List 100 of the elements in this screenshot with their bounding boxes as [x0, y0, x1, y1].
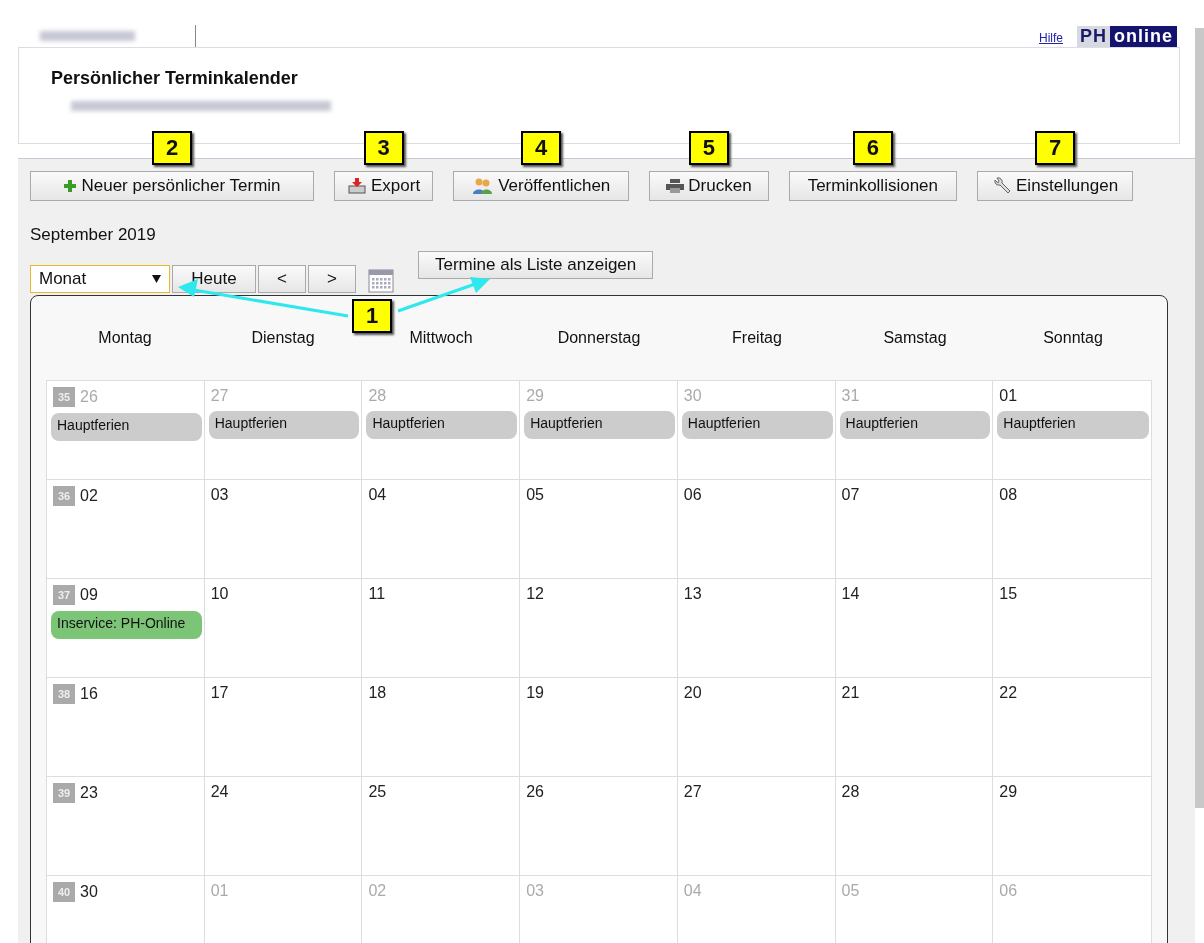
- day-cell[interactable]: 24: [204, 777, 363, 875]
- help-link[interactable]: Hilfe: [1038, 31, 1063, 45]
- day-cell[interactable]: 05: [520, 480, 678, 578]
- month-label: September 2019: [30, 225, 157, 245]
- weekday-header: Donnerstag: [557, 329, 641, 347]
- day-cell[interactable]: 28 Hauptferien: [362, 381, 521, 479]
- event-chip[interactable]: Hauptferien: [208, 411, 360, 439]
- day-number: 08: [999, 486, 1018, 504]
- day-number: 29: [999, 783, 1018, 801]
- toolbar-button[interactable]: Veröffentlichen: [453, 171, 630, 201]
- page-title: Persönlicher Terminkalender: [51, 68, 299, 89]
- toolbar-button[interactable]: Neuer persönlicher Termin: [30, 171, 314, 201]
- day-cell[interactable]: 20: [677, 678, 836, 776]
- day-cell[interactable]: 29: [993, 777, 1151, 875]
- event-chip[interactable]: Hauptferien: [51, 413, 202, 441]
- day-cell[interactable]: 13: [677, 579, 836, 677]
- day-cell[interactable]: 12: [520, 579, 678, 677]
- day-number: 04: [683, 882, 702, 900]
- week-number: 35: [53, 387, 75, 407]
- day-cell[interactable]: 28: [835, 777, 994, 875]
- day-cell[interactable]: 29 Hauptferien: [520, 381, 678, 479]
- week-number: 40: [53, 882, 75, 902]
- day-cell[interactable]: 22: [993, 678, 1151, 776]
- day-cell[interactable]: 08: [993, 480, 1151, 578]
- view-select[interactable]: Monat: [30, 265, 170, 293]
- weekday-header: Montag: [98, 329, 152, 347]
- day-number: 26: [80, 388, 98, 406]
- export-icon: [347, 177, 367, 195]
- day-number: 27: [210, 387, 229, 405]
- day-cell[interactable]: 21: [835, 678, 994, 776]
- toolbar-button[interactable]: Drucken: [649, 171, 769, 201]
- day-number: 31: [841, 387, 860, 405]
- day-number: 24: [210, 783, 229, 801]
- weekday-header: Mittwoch: [409, 329, 473, 347]
- nav-button[interactable]: Heute: [172, 265, 256, 293]
- weekday-header: Dienstag: [251, 329, 315, 347]
- event-chip[interactable]: Inservice: PH-Online: [51, 611, 202, 639]
- day-cell[interactable]: 15: [993, 579, 1151, 677]
- event-chip[interactable]: Hauptferien: [839, 411, 991, 439]
- toolbar-button[interactable]: Terminkollisionen: [788, 171, 957, 201]
- people-icon: [472, 177, 495, 195]
- day-number: 28: [368, 387, 387, 405]
- day-cell[interactable]: 40 30: [47, 876, 205, 943]
- logo: PH online: [1077, 26, 1177, 47]
- callout-badge: 2: [152, 131, 192, 165]
- weekday-header: Freitag: [732, 329, 782, 347]
- event-chip[interactable]: Hauptferien: [997, 411, 1149, 439]
- event-chip[interactable]: Hauptferien: [681, 411, 833, 439]
- weekday-header: Samstag: [883, 329, 947, 347]
- day-cell[interactable]: 18: [362, 678, 521, 776]
- day-cell[interactable]: 27: [677, 777, 836, 875]
- day-number: 23: [80, 784, 98, 802]
- day-number: 17: [210, 684, 229, 702]
- day-number: 30: [80, 883, 98, 901]
- day-cell[interactable]: 17: [204, 678, 363, 776]
- day-cell[interactable]: 27 Hauptferien: [204, 381, 363, 479]
- day-cell[interactable]: 36 02: [47, 480, 205, 578]
- day-cell[interactable]: 14: [835, 579, 994, 677]
- day-cell[interactable]: 26: [520, 777, 678, 875]
- day-number: 04: [368, 486, 387, 504]
- day-number: 16: [80, 685, 98, 703]
- event-chip[interactable]: Hauptferien: [524, 411, 675, 439]
- day-number: 14: [841, 585, 860, 603]
- day-cell[interactable]: 07: [835, 480, 994, 578]
- toolbar-button[interactable]: Export: [334, 171, 434, 201]
- day-number: 02: [80, 487, 98, 505]
- day-number: 27: [683, 783, 702, 801]
- list-view-button[interactable]: Termine als Liste anzeigen: [418, 251, 654, 279]
- day-cell[interactable]: 19: [520, 678, 678, 776]
- toolbar-button[interactable]: Einstellungen: [977, 171, 1134, 201]
- day-number: 28: [841, 783, 860, 801]
- callout-badge: 3: [363, 131, 404, 165]
- day-number: 19: [526, 684, 544, 702]
- day-number: 05: [841, 882, 860, 900]
- day-cell[interactable]: 38 16: [47, 678, 205, 776]
- day-cell[interactable]: 35 26 Hauptferien: [47, 381, 205, 479]
- day-number: 26: [526, 783, 544, 801]
- day-number: 01: [210, 882, 229, 900]
- day-number: 05: [526, 486, 544, 504]
- callout-badge: 5: [688, 131, 729, 165]
- nav-button[interactable]: >: [308, 265, 356, 293]
- event-chip[interactable]: Hauptferien: [366, 411, 518, 439]
- day-cell[interactable]: 39 23: [47, 777, 205, 875]
- wrench-icon: [992, 176, 1012, 196]
- calendar-icon[interactable]: [368, 269, 394, 293]
- day-number: 11: [368, 585, 386, 603]
- day-number: 20: [683, 684, 702, 702]
- nav-button[interactable]: <: [258, 265, 306, 293]
- day-cell[interactable]: 10: [204, 579, 363, 677]
- day-cell[interactable]: 30 Hauptferien: [677, 381, 836, 479]
- day-cell[interactable]: 37 09 Inservice: PH-Online: [47, 579, 205, 677]
- day-cell[interactable]: 25: [362, 777, 521, 875]
- scrollbar[interactable]: [1195, 28, 1204, 808]
- day-cell[interactable]: 04: [362, 480, 521, 578]
- day-cell[interactable]: 01 Hauptferien: [993, 381, 1151, 479]
- day-cell[interactable]: 03: [204, 480, 363, 578]
- day-cell[interactable]: 31 Hauptferien: [835, 381, 994, 479]
- day-cell[interactable]: 11: [362, 579, 521, 677]
- day-number: 12: [526, 585, 544, 603]
- day-cell[interactable]: 06: [677, 480, 836, 578]
